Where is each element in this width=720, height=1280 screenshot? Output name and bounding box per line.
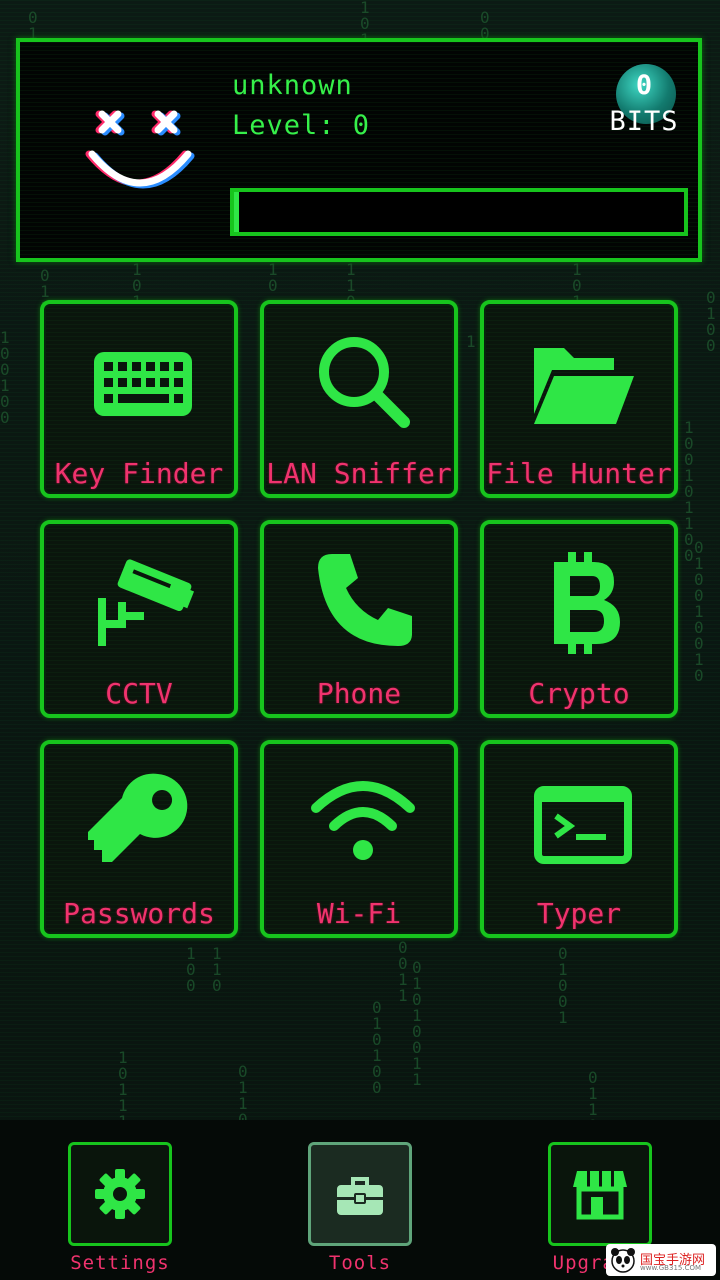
username: unknown <box>232 70 353 101</box>
binary-rain: 0 1 0 0 1 <box>558 944 568 1027</box>
tool-key-finder[interactable]: Key Finder <box>40 300 238 498</box>
tool-label: Typer <box>536 897 622 930</box>
tool-crypto[interactable]: Crypto <box>480 520 678 718</box>
nav-settings-button[interactable] <box>68 1142 172 1246</box>
xp-progress-bar <box>230 188 688 236</box>
tool-cctv[interactable]: CCTV <box>40 520 238 718</box>
folder-open-icon <box>534 348 634 424</box>
bits-label: BITS <box>609 106 679 137</box>
binary-rain: 1 1 0 <box>212 944 222 995</box>
tool-typer[interactable]: Typer <box>480 740 678 938</box>
terminal-icon <box>534 786 632 864</box>
tools-grid: Key Finder LAN Sniffer File Hunter CCTV <box>40 300 680 940</box>
watermark-logo: 国宝手游网 www.GB315.COM <box>606 1244 716 1276</box>
xp-progress-fill <box>234 192 239 232</box>
bits-value: 0 <box>635 70 653 101</box>
toolbox-icon <box>337 1177 383 1215</box>
binary-rain: 1 0 0 1 0 0 <box>0 328 10 427</box>
tool-label: Crypto <box>528 677 630 710</box>
wifi-icon <box>311 781 415 860</box>
phone-icon <box>318 554 412 646</box>
panda-icon <box>611 1248 635 1273</box>
tool-lan-sniffer[interactable]: LAN Sniffer <box>260 300 458 498</box>
tool-phone[interactable]: Phone <box>260 520 458 718</box>
binary-rain: 0 1 0 0 <box>706 288 716 355</box>
tool-label: Wi-Fi <box>316 897 402 930</box>
tool-label: Passwords <box>63 897 215 930</box>
magnifier-icon <box>319 337 410 428</box>
binary-rain: 0 1 0 1 0 0 <box>372 998 382 1097</box>
tool-label: File Hunter <box>486 457 672 490</box>
key-icon <box>88 773 188 862</box>
gear-icon <box>95 1169 145 1219</box>
binary-rain: 0 1 0 0 1 0 0 1 0 <box>694 538 704 685</box>
binary-rain: 0 1 0 1 0 0 1 1 <box>412 958 422 1089</box>
level-label: Level: 0 <box>232 110 371 141</box>
nav-tools-button[interactable] <box>308 1142 412 1246</box>
watermark-subtext: www.GB315.COM <box>640 1264 702 1272</box>
keyboard-icon <box>94 352 192 416</box>
binary-rain: 1 0 0 1 0 1 1 0 0 <box>684 418 694 565</box>
tool-label: LAN Sniffer <box>266 457 452 490</box>
bits-counter: 0 BITS <box>608 62 680 137</box>
binary-rain: 1 0 0 <box>186 944 196 995</box>
tool-label: Key Finder <box>54 457 224 490</box>
binary-rain: 1 0 1 1 1 <box>118 1048 128 1130</box>
profile-panel: unknown Level: 0 0 BITS <box>16 38 702 262</box>
tool-label: CCTV <box>105 677 173 710</box>
tool-file-hunter[interactable]: File Hunter <box>480 300 678 498</box>
nav-upgrade-button[interactable] <box>548 1142 652 1246</box>
binary-rain: 0 0 1 1 <box>398 938 408 1005</box>
glitch-smiley-avatar <box>85 110 195 189</box>
bitcoin-icon <box>554 552 620 654</box>
shop-icon <box>573 1171 627 1220</box>
tool-label: Phone <box>316 677 402 710</box>
tool-wifi[interactable]: Wi-Fi <box>260 740 458 938</box>
binary-rain: 1 0 <box>268 260 278 295</box>
tool-passwords[interactable]: Passwords <box>40 740 238 938</box>
nav-tools-label: Tools <box>328 1252 392 1274</box>
nav-settings-label: Settings <box>70 1252 170 1274</box>
binary-rain: 0 1 1 0 <box>238 1062 248 1128</box>
cctv-camera-icon <box>98 559 195 646</box>
